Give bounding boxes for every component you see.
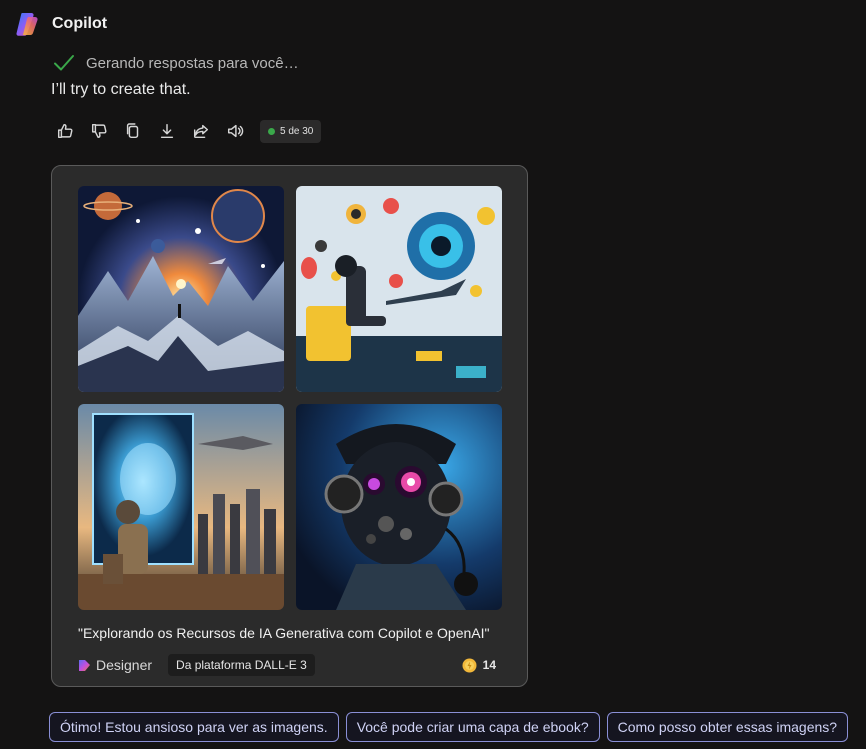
response-counter: 5 de 30 [260, 119, 322, 143]
designer-link[interactable]: Designer [78, 657, 152, 673]
suggestion-chip-1[interactable]: Ótimo! Estou ansioso para ver as imagens… [49, 712, 339, 742]
coin-icon [462, 658, 477, 672]
header: Copilot [14, 11, 107, 37]
copy-button[interactable] [120, 118, 146, 144]
counter-text: 5 de 30 [280, 125, 314, 137]
boost-credits: 14 [462, 658, 496, 673]
thumbs-down-button[interactable] [86, 118, 112, 144]
status-line: Gerando respostas para você… [52, 51, 299, 75]
thumbs-up-button[interactable] [52, 118, 78, 144]
assistant-message: I’ll try to create that. [51, 81, 191, 98]
read-aloud-button[interactable] [222, 118, 248, 144]
generated-image-1[interactable] [78, 186, 284, 392]
designer-label: Designer [96, 657, 153, 673]
image-grid [78, 186, 503, 610]
mountain-space-image [78, 186, 284, 392]
check-icon [54, 55, 74, 71]
message-actions: 5 de 30 [52, 118, 322, 144]
generated-image-2[interactable] [296, 186, 502, 392]
speaker-icon [227, 124, 244, 138]
designer-icon [79, 659, 90, 671]
platform-badge: Da plataforma DALL-E 3 [168, 654, 315, 676]
download-icon [160, 123, 174, 139]
robot-pilot-image [296, 404, 502, 610]
thumbs-up-icon [57, 123, 73, 139]
thumbs-down-icon [91, 123, 107, 139]
share-button[interactable] [188, 118, 214, 144]
copilot-logo-icon [16, 13, 38, 36]
suggestion-chip-3[interactable]: Como posso obter essas imagens? [606, 712, 849, 742]
status-text: Gerando respostas para você… [86, 54, 299, 72]
credits-count: 14 [482, 658, 496, 672]
share-icon [193, 124, 209, 139]
holographic-ai-city-image [78, 404, 284, 610]
suggestion-chips: Ótimo! Estou ansioso para ver as imagens… [49, 712, 849, 742]
pilot-eye-gears-image [296, 186, 502, 392]
generated-image-4[interactable] [296, 404, 502, 610]
download-button[interactable] [154, 118, 180, 144]
app-title: Copilot [52, 15, 108, 32]
image-caption: "Explorando os Recursos de IA Generativa… [78, 625, 490, 641]
generated-image-3[interactable] [78, 404, 284, 610]
image-result-card: "Explorando os Recursos de IA Generativa… [51, 165, 528, 687]
status-dot [268, 127, 275, 135]
copy-icon [126, 123, 139, 139]
suggestion-chip-2[interactable]: Você pode criar uma capa de ebook? [345, 712, 600, 742]
card-footer: Designer Da plataforma DALL-E 3 14 [78, 654, 496, 676]
